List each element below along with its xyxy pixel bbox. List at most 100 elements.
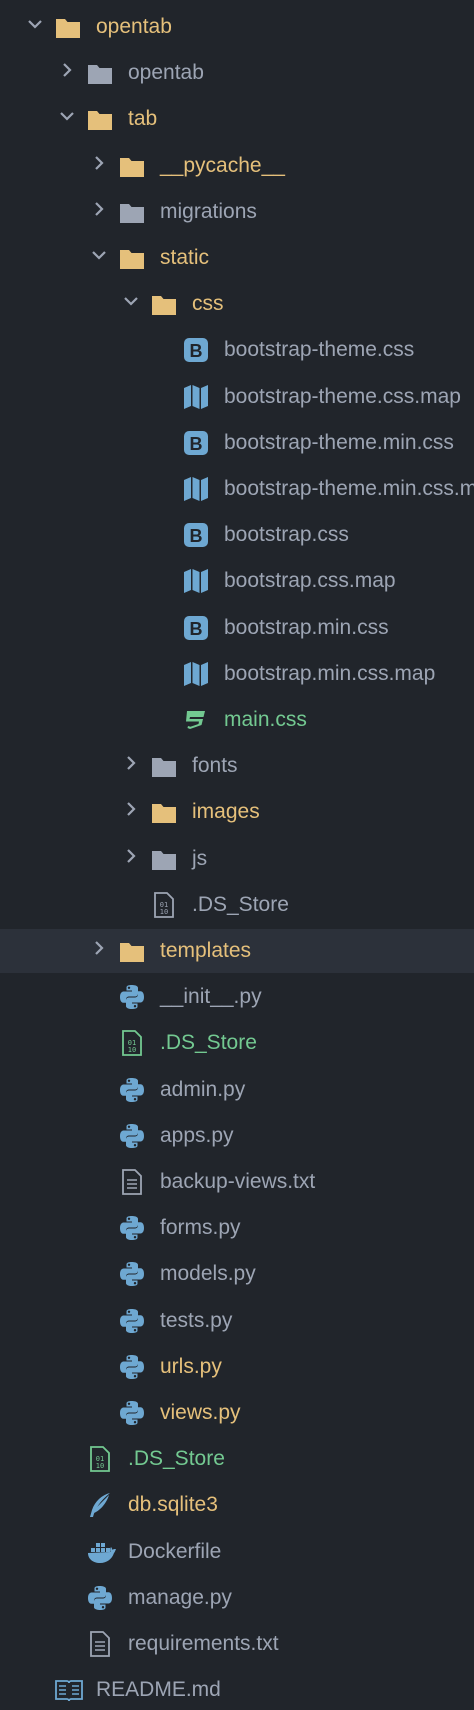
- chevron-down-icon[interactable]: [122, 292, 140, 310]
- tree-folder-images[interactable]: images: [0, 790, 474, 834]
- tree-item-label: forms.py: [160, 1216, 241, 1240]
- chevron-right-icon[interactable]: [58, 61, 76, 79]
- tree-file-bootstrap-theme-min-css[interactable]: Bbootstrap-theme.min.css: [0, 421, 474, 465]
- tree-file-ds-store[interactable]: 01 10 .DS_Store: [0, 1021, 474, 1065]
- tree-file-bootstrap-theme-css[interactable]: Bbootstrap-theme.css: [0, 328, 474, 372]
- tree-file-bootstrap-theme-css-map[interactable]: bootstrap-theme.css.map: [0, 375, 474, 419]
- svg-text:B: B: [190, 619, 203, 639]
- python-file-icon: [119, 1354, 145, 1380]
- tree-folder-static[interactable]: static: [0, 236, 474, 280]
- chevron-down-icon[interactable]: [26, 15, 44, 33]
- tree-file-readme-md[interactable]: README.md: [0, 1668, 474, 1710]
- tree-item-label: migrations: [160, 199, 257, 223]
- folder-icon: [119, 153, 145, 179]
- folder-icon: [119, 245, 145, 271]
- tree-file-main-css[interactable]: main.css: [0, 698, 474, 742]
- tree-item-label: bootstrap.css: [224, 523, 349, 547]
- tree-file-backup-views-txt[interactable]: backup-views.txt: [0, 1160, 474, 1204]
- binary-file-icon: 01 10: [151, 891, 177, 918]
- svg-text:B: B: [190, 341, 203, 361]
- bootstrap-file-icon: B: [183, 337, 209, 363]
- svg-text:10: 10: [128, 1046, 136, 1054]
- chevron-right-icon[interactable]: [90, 939, 108, 957]
- tree-item-label: js: [192, 846, 208, 870]
- svg-text:10: 10: [96, 1462, 104, 1470]
- tree-file-bootstrap-css-map[interactable]: bootstrap.css.map: [0, 559, 474, 603]
- tree-item-label: templates: [160, 939, 252, 962]
- tree-folder-js[interactable]: js: [0, 837, 474, 881]
- chevron-down-icon[interactable]: [90, 246, 108, 264]
- python-file-icon: [119, 984, 145, 1010]
- tree-folder-pycache[interactable]: __pycache__: [0, 144, 474, 188]
- chevron-right-icon[interactable]: [122, 754, 140, 772]
- python-file-icon: [119, 1123, 145, 1149]
- tree-item-label: bootstrap.css.map: [224, 569, 396, 593]
- tree-file-urls-py[interactable]: urls.py: [0, 1345, 474, 1389]
- tree-item-label: urls.py: [160, 1354, 222, 1378]
- chevron-right-icon[interactable]: [122, 847, 140, 865]
- tree-file-admin-py[interactable]: admin.py: [0, 1068, 474, 1112]
- tree-file-ds-store[interactable]: 01 10 .DS_Store: [0, 883, 474, 927]
- tree-item-label: apps.py: [160, 1123, 234, 1147]
- bootstrap-file-icon: B: [183, 615, 209, 641]
- tree-item-label: bootstrap-theme.css.map: [224, 384, 461, 408]
- tree-file-views-py[interactable]: views.py: [0, 1391, 474, 1435]
- tree-folder-templates[interactable]: templates: [0, 929, 474, 973]
- tree-file-forms-py[interactable]: forms.py: [0, 1206, 474, 1250]
- svg-text:10: 10: [160, 908, 168, 916]
- tree-folder-fonts[interactable]: fonts: [0, 744, 474, 788]
- python-file-icon: [119, 1261, 145, 1287]
- tree-item-label: .DS_Store: [128, 1447, 225, 1471]
- tree-item-label: backup-views.txt: [160, 1170, 316, 1193]
- tree-item-label: models.py: [160, 1262, 256, 1286]
- chevron-right-icon[interactable]: [90, 154, 108, 172]
- tree-folder-opentab[interactable]: opentab: [0, 51, 474, 95]
- folder-icon: [87, 106, 113, 132]
- tree-item-label: tests.py: [160, 1308, 233, 1332]
- chevron-right-icon[interactable]: [122, 800, 140, 818]
- sqlite-file-icon: [87, 1492, 113, 1518]
- tree-file-manage-py[interactable]: manage.py: [0, 1576, 474, 1620]
- bootstrap-file-icon: B: [183, 522, 209, 548]
- tree-file-bootstrap-min-css-map[interactable]: bootstrap.min.css.map: [0, 652, 474, 696]
- tree-file-db-sqlite3[interactable]: db.sqlite3: [0, 1483, 474, 1527]
- tree-item-label: bootstrap-theme.min.css: [224, 430, 454, 454]
- tree-folder-tab[interactable]: tab: [0, 97, 474, 141]
- tree-item-label: manage.py: [128, 1585, 232, 1609]
- tree-folder-opentab[interactable]: opentab: [0, 5, 474, 49]
- tree-item-label: main.css: [224, 708, 307, 731]
- chevron-right-icon[interactable]: [90, 200, 108, 218]
- tree-folder-migrations[interactable]: migrations: [0, 190, 474, 234]
- tree-file-ds-store[interactable]: 01 10 .DS_Store: [0, 1437, 474, 1481]
- tree-item-label: views.py: [160, 1401, 241, 1424]
- tree-file-bootstrap-theme-min-css-map[interactable]: bootstrap-theme.min.css.map: [0, 467, 474, 511]
- text-file-icon: [119, 1169, 145, 1195]
- tree-item-label: bootstrap-theme.min.css.map: [224, 477, 474, 500]
- tree-item-label: opentab: [128, 61, 204, 85]
- tree-folder-css[interactable]: css: [0, 282, 474, 326]
- tree-item-label: Dockerfile: [128, 1539, 222, 1563]
- folder-icon: [119, 938, 145, 964]
- tree-item-label: db.sqlite3: [128, 1493, 218, 1517]
- tree-file-init-py[interactable]: __init__.py: [0, 975, 474, 1019]
- binary-file-icon: 01 10: [87, 1446, 113, 1473]
- tree-item-label: .DS_Store: [160, 1031, 257, 1055]
- binary-file-icon: 01 10: [119, 1030, 145, 1057]
- tree-item-label: tab: [128, 107, 158, 131]
- tree-item-label: requirements.txt: [128, 1632, 279, 1655]
- tree-item-label: __init__.py: [160, 985, 262, 1009]
- tree-file-apps-py[interactable]: apps.py: [0, 1114, 474, 1158]
- tree-file-tests-py[interactable]: tests.py: [0, 1299, 474, 1343]
- file-tree: opentab opentab tab __pycache__ migrations st…: [0, 0, 474, 1710]
- svg-text:B: B: [190, 434, 203, 454]
- tree-file-requirements-txt[interactable]: requirements.txt: [0, 1622, 474, 1666]
- folder-icon: [119, 199, 145, 225]
- tree-file-dockerfile[interactable]: Dockerfile: [0, 1530, 474, 1574]
- python-file-icon: [119, 1308, 145, 1334]
- tree-file-bootstrap-min-css[interactable]: Bbootstrap.min.css: [0, 606, 474, 650]
- chevron-down-icon[interactable]: [58, 107, 76, 125]
- tree-file-models-py[interactable]: models.py: [0, 1252, 474, 1296]
- tree-file-bootstrap-css[interactable]: Bbootstrap.css: [0, 513, 474, 557]
- css3-file-icon: [183, 707, 209, 733]
- map-file-icon: [183, 476, 209, 502]
